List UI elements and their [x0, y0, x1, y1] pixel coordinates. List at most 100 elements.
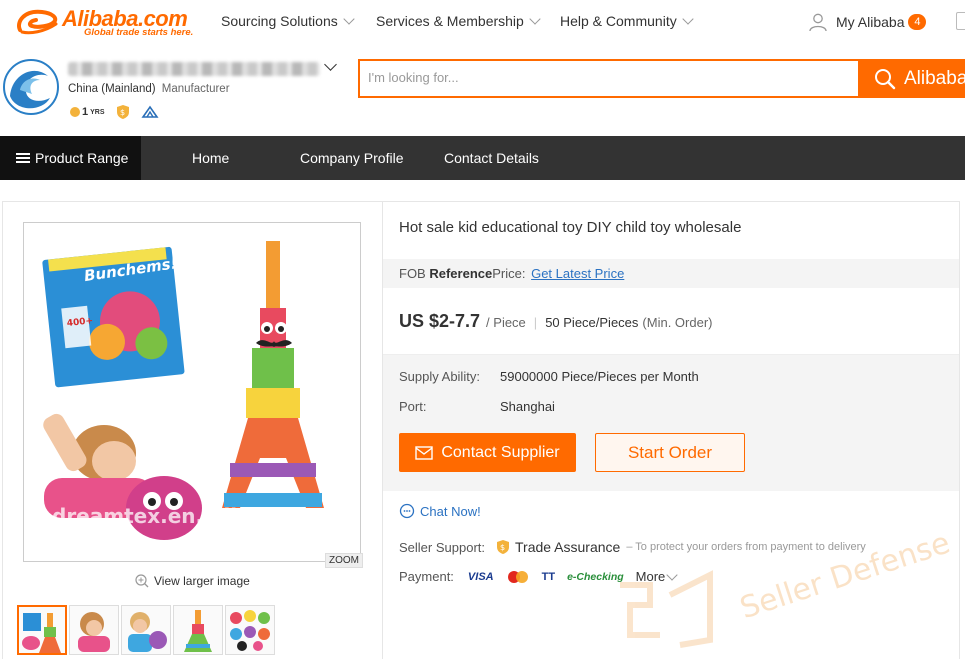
- port-value: Shanghai: [500, 399, 555, 414]
- search-button[interactable]: Alibaba: [860, 59, 965, 98]
- menu-list-icon: [16, 153, 30, 163]
- trade-assurance-badge-icon[interactable]: $: [115, 104, 131, 120]
- company-type: Manufacturer: [161, 83, 230, 95]
- tab-company-profile[interactable]: Company Profile: [300, 136, 404, 180]
- view-larger-label: View larger image: [154, 574, 250, 588]
- company-meta: China (Mainland) Manufacturer: [68, 83, 230, 95]
- tab-label: Product Range: [35, 150, 129, 166]
- gold-supplier-icon: [70, 107, 80, 117]
- thumbnail-image: [78, 612, 110, 652]
- chevron-down-icon[interactable]: [324, 58, 337, 71]
- tt-icon: TT: [541, 570, 556, 583]
- store-nav: Product Range Home Company Profile Conta…: [0, 136, 965, 180]
- price-value: US $2-7.7: [399, 311, 481, 331]
- thumbnail-2[interactable]: [69, 605, 119, 655]
- port-label: Port:: [399, 399, 427, 414]
- chevron-down-icon: [343, 13, 355, 25]
- search-box: [358, 59, 860, 98]
- svg-text:$: $: [120, 108, 125, 117]
- fob-reference-line: FOB ReferencePrice: Get Latest Price: [399, 266, 624, 281]
- company-name-blurred[interactable]: [68, 62, 320, 76]
- alibaba-logo-icon: [17, 9, 58, 35]
- zoom-button[interactable]: ZOOM: [325, 553, 363, 568]
- tab-contact-details[interactable]: Contact Details: [444, 136, 539, 180]
- cart-icon[interactable]: [956, 12, 965, 30]
- thumbnail-3[interactable]: [121, 605, 171, 655]
- supply-ability-label: Supply Ability:: [399, 369, 480, 384]
- tab-label: Contact Details: [444, 150, 539, 166]
- thumbnail-1[interactable]: [17, 605, 67, 655]
- thumbnail-image: [22, 613, 61, 653]
- logo-tagline: Global trade starts here.: [84, 27, 194, 38]
- tab-home[interactable]: Home: [192, 136, 229, 180]
- price-unit: / Piece: [486, 315, 526, 330]
- envelope-icon: [415, 445, 434, 460]
- years-unit: YRS: [90, 108, 105, 116]
- chevron-down-icon: [666, 568, 678, 581]
- separator: |: [533, 315, 538, 330]
- contact-supplier-label: Contact Supplier: [441, 443, 560, 461]
- chat-now-link[interactable]: Chat Now!: [399, 503, 481, 519]
- product-photo: 400+ Bunchems! dreamtex.en.alibaba.com: [24, 223, 360, 561]
- chevron-down-icon: [529, 13, 541, 25]
- trade-assurance-note: – To protect your orders from payment to…: [626, 541, 866, 553]
- search-button-label: Alibaba: [904, 67, 965, 89]
- company-badges: 1 YRS $: [70, 104, 159, 120]
- nav-item-label: Sourcing Solutions: [221, 13, 338, 29]
- min-order-qty: 50 Piece/Pieces: [545, 315, 639, 330]
- my-alibaba-link[interactable]: My Alibaba 4: [808, 12, 927, 32]
- min-order-label: (Min. Order): [642, 315, 713, 330]
- seller-support-label: Seller Support:: [399, 539, 485, 555]
- get-latest-price-link[interactable]: Get Latest Price: [531, 266, 624, 281]
- trade-assurance-link[interactable]: Trade Assurance: [515, 539, 620, 555]
- thumbnail-image: [128, 612, 167, 652]
- chevron-down-icon: [682, 13, 694, 25]
- nav-item-label: Services & Membership: [376, 13, 524, 29]
- user-icon: [809, 13, 827, 32]
- thumbnail-strip: [17, 605, 275, 655]
- payment-row: Payment: VISA TT e-Checking More: [399, 568, 678, 584]
- nav-services-membership[interactable]: Services & Membership: [376, 13, 541, 29]
- assessed-supplier-icon[interactable]: [140, 105, 159, 119]
- top-bar: Alibaba.com Global trade starts here. So…: [0, 0, 965, 44]
- image-watermark: dreamtex.en.alibaba.com: [52, 504, 340, 528]
- zoom-in-icon: [135, 574, 149, 588]
- more-label: More: [635, 569, 666, 584]
- tab-label: Home: [192, 150, 230, 166]
- fob-reference-label: Reference: [429, 266, 493, 281]
- svg-text:$: $: [500, 543, 505, 552]
- fob-suffix: Price:: [492, 266, 526, 281]
- years-badge: 1 YRS: [70, 106, 105, 118]
- company-logo[interactable]: [2, 56, 60, 118]
- fob-prefix: FOB: [399, 266, 426, 281]
- product-title: Hot sale kid educational toy DIY child t…: [399, 219, 742, 236]
- start-order-button[interactable]: Start Order: [595, 433, 745, 472]
- nav-help-community[interactable]: Help & Community: [560, 13, 694, 29]
- search-icon: [875, 68, 896, 89]
- view-larger-link[interactable]: View larger image: [135, 574, 250, 588]
- thumbnail-5[interactable]: [225, 605, 275, 655]
- thumbnail-4[interactable]: [173, 605, 223, 655]
- trade-assurance-icon: $: [497, 540, 509, 554]
- contact-supplier-button[interactable]: Contact Supplier: [399, 433, 576, 472]
- thumbnail-image: [230, 610, 270, 651]
- payment-label: Payment:: [399, 569, 454, 584]
- nav-sourcing-solutions[interactable]: Sourcing Solutions: [221, 13, 355, 29]
- tab-product-range[interactable]: Product Range: [0, 136, 141, 180]
- seller-support-row: Seller Support: $ Trade Assurance – To p…: [399, 539, 866, 555]
- product-main-image[interactable]: 400+ Bunchems! dreamtex.en.alibaba.com: [23, 222, 361, 562]
- tab-label: Company Profile: [300, 150, 404, 166]
- mastercard-icon: [507, 570, 528, 583]
- alibaba-logo[interactable]: Alibaba.com Global trade starts here.: [14, 4, 209, 38]
- years-value: 1: [82, 106, 89, 118]
- e-checking-icon: e-Checking: [567, 570, 624, 583]
- company-country: China (Mainland): [68, 83, 156, 95]
- price-row: US $2-7.7 / Piece | 50 Piece/Pieces (Min…: [399, 311, 712, 332]
- visa-icon: VISA: [467, 570, 494, 583]
- payment-methods: VISA TT e-Checking More: [467, 568, 678, 584]
- more-payment-link[interactable]: More: [635, 568, 678, 584]
- chat-now-label: Chat Now!: [420, 503, 481, 519]
- search-input[interactable]: [368, 70, 848, 85]
- nav-item-label: Help & Community: [560, 13, 677, 29]
- thumbnail-image: [184, 610, 212, 652]
